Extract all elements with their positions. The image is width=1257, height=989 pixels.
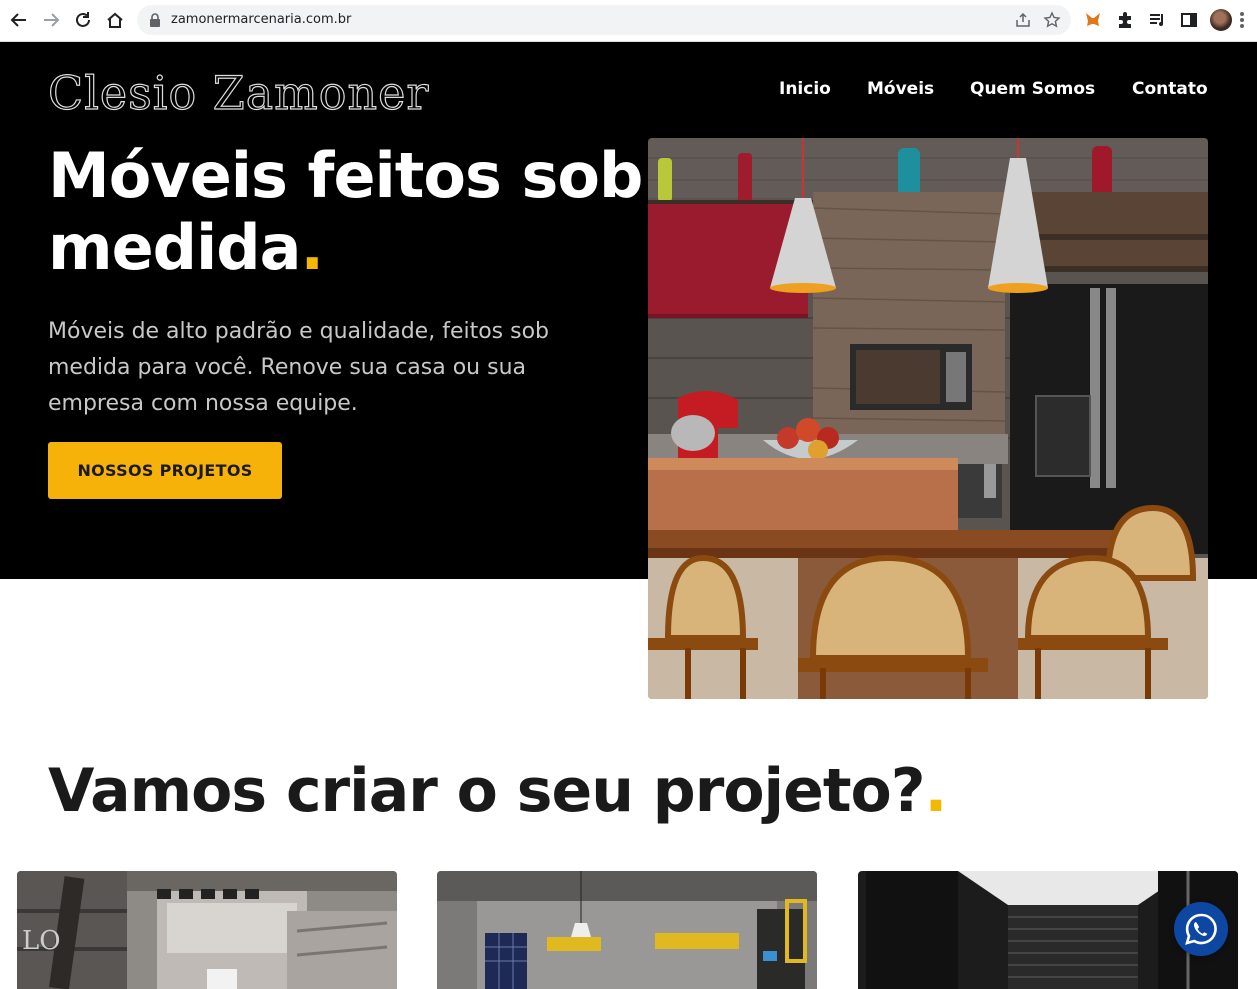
side-panel-icon[interactable] [1179,10,1199,30]
site-logo[interactable]: Clesio Zamoner [47,65,429,120]
arrow-left-icon [10,13,26,27]
projects-title-dot: . [924,756,948,826]
nav-link-contato[interactable]: Contato [1132,79,1208,99]
nossos-projetos-button[interactable]: NOSSOS PROJETOS [48,442,282,499]
projects-section-title: Vamos criar o seu projeto?. [48,756,948,826]
home-icon [107,12,123,28]
whatsapp-icon [1185,913,1217,945]
hero-title-line2: medida [48,211,302,284]
media-queue-icon[interactable] [1147,10,1167,30]
address-bar[interactable]: zamonermarcenaria.com.br [137,5,1071,35]
lock-icon [150,13,160,27]
browser-menu-icon[interactable] [1240,12,1244,28]
project-card-kitchen[interactable] [437,871,817,989]
kitchen-photo [648,138,1208,699]
reload-button[interactable] [71,8,95,32]
puzzle-extensions-icon[interactable] [1115,10,1135,30]
fox-extension-icon[interactable] [1083,10,1103,30]
back-button[interactable] [7,8,31,32]
star-icon[interactable] [1043,11,1061,29]
url-text: zamonermarcenaria.com.br [171,12,352,27]
profile-avatar[interactable] [1210,9,1232,31]
hero-title-line1: Móveis feitos sob [48,139,643,212]
svg-text:LO: LO [22,926,61,956]
hero-description: Móveis de alto padrão e qualidade, feito… [48,319,550,416]
hero-title-dot: . [300,211,325,284]
share-icon[interactable] [1015,12,1031,28]
reload-icon [76,12,90,27]
whatsapp-button[interactable] [1174,902,1228,956]
hero-title: Móveis feitos sob medida. [48,140,648,284]
browser-toolbar: zamonermarcenaria.com.br [0,0,1257,42]
nav-link-inicio[interactable]: Inicio [779,79,831,99]
nav-link-quem-somos[interactable]: Quem Somos [970,79,1095,99]
projects-title-text: Vamos criar o seu projeto? [48,756,926,826]
arrow-right-icon [44,13,60,27]
forward-button[interactable] [39,8,63,32]
project-card-office[interactable]: LO [17,871,397,989]
nav-link-moveis[interactable]: Móveis [867,79,934,99]
home-button[interactable] [103,8,127,32]
